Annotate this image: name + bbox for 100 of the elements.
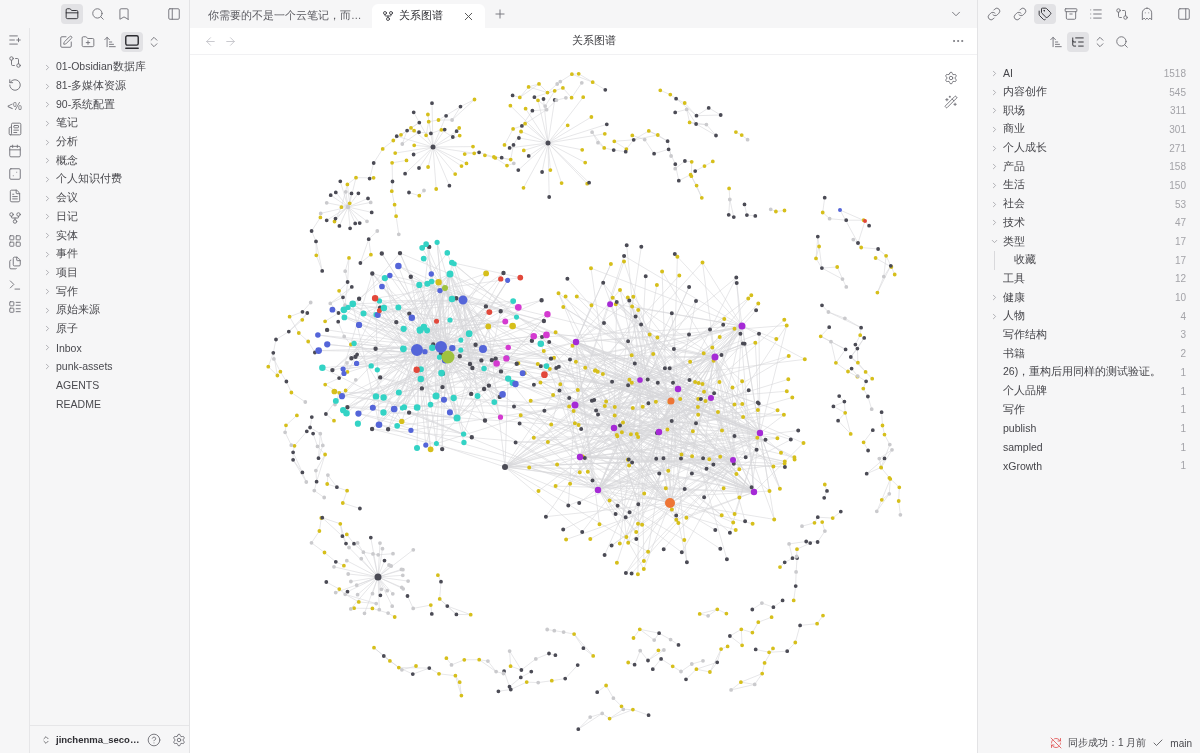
- tag-item[interactable]: 社会 53: [990, 194, 1186, 214]
- chevron-icon[interactable]: [43, 62, 52, 72]
- settings-icon[interactable]: [172, 732, 187, 747]
- tag-item[interactable]: 写作结构 3: [990, 325, 1186, 345]
- chevron-icon[interactable]: [990, 199, 999, 209]
- tag-item[interactable]: 产品 158: [990, 157, 1186, 177]
- chevron-icon[interactable]: [43, 287, 52, 297]
- folder-item[interactable]: 原始来源: [43, 300, 189, 320]
- tag-item[interactable]: 个人品牌 1: [990, 381, 1186, 401]
- file-item[interactable]: AGENTS: [43, 375, 189, 395]
- folder-item[interactable]: 笔记: [43, 114, 189, 133]
- template-button[interactable]: <%: [6, 99, 23, 114]
- folder-item[interactable]: 01-Obsidian数据库: [43, 58, 189, 77]
- chevron-icon[interactable]: [990, 106, 999, 116]
- document-icon[interactable]: [7, 188, 22, 203]
- chevron-icon[interactable]: [43, 231, 52, 241]
- tag-item[interactable]: 26)，重构后用同样的测试验证。 1: [990, 363, 1186, 382]
- folder-item[interactable]: 概念: [43, 151, 189, 171]
- tag-item[interactable]: 内容创作 545: [990, 82, 1186, 102]
- chevron-icon[interactable]: [990, 143, 999, 153]
- chevron-icon[interactable]: [990, 180, 999, 190]
- chevron-icon[interactable]: [43, 305, 52, 315]
- folder-item[interactable]: 90-系统配置: [43, 95, 189, 115]
- tab[interactable]: 你需要的不是一个云笔记，而…: [198, 4, 372, 28]
- bookmark-icon: [117, 7, 131, 21]
- chevron-icon[interactable]: [990, 87, 999, 97]
- checklist-icon[interactable]: [7, 300, 22, 315]
- tag-item[interactable]: 书籍 2: [990, 344, 1186, 363]
- folder-item[interactable]: 会议: [43, 188, 189, 208]
- chevron-icon[interactable]: [990, 293, 999, 303]
- graph-icon[interactable]: [7, 211, 22, 226]
- tag-item[interactable]: 写作 1: [990, 400, 1186, 420]
- chevron-icon[interactable]: [43, 174, 52, 184]
- edit-icon: [58, 35, 73, 49]
- grid-icon[interactable]: [7, 233, 22, 248]
- arrow-left-icon[interactable]: [203, 34, 217, 48]
- branch-name[interactable]: main: [1170, 737, 1192, 749]
- compare-icon[interactable]: [7, 55, 22, 70]
- folder-item[interactable]: 81-多媒体资源: [43, 76, 189, 96]
- help-icon[interactable]: [147, 732, 162, 747]
- sidebar-icon[interactable]: [1177, 7, 1191, 21]
- chevron-icon[interactable]: [43, 81, 52, 91]
- folder-item[interactable]: 分析: [43, 132, 189, 152]
- chevron-icon[interactable]: [43, 100, 52, 110]
- chevron-icon[interactable]: [43, 249, 52, 259]
- tag-item[interactable]: 生活 150: [990, 176, 1186, 195]
- tab[interactable]: 关系图谱: [371, 4, 485, 28]
- chevron-icon[interactable]: [43, 361, 52, 371]
- tree-toggle[interactable]: [1067, 32, 1089, 52]
- chevron-icon[interactable]: [990, 162, 999, 172]
- chevron-icon[interactable]: [990, 218, 999, 228]
- newspaper-icon[interactable]: [7, 122, 22, 137]
- folder-item[interactable]: 个人知识付费: [43, 170, 189, 189]
- chevron-icon[interactable]: [990, 68, 999, 78]
- plus-icon[interactable]: [492, 7, 507, 21]
- tag-item[interactable]: 类型 17: [990, 232, 1186, 251]
- calendar-icon[interactable]: [7, 144, 22, 159]
- tag-item[interactable]: 商业 301: [990, 120, 1186, 139]
- file-item[interactable]: README: [43, 394, 189, 414]
- dice-icon[interactable]: [7, 166, 22, 181]
- folder-item[interactable]: 事件: [43, 244, 189, 264]
- sidebar-icon[interactable]: [167, 7, 181, 21]
- folder-item[interactable]: 原子: [43, 319, 189, 339]
- vault-name[interactable]: jinchenma_seco…: [56, 734, 140, 745]
- chevron-icon[interactable]: [990, 311, 999, 321]
- chevron-icon[interactable]: [990, 124, 999, 134]
- tags-tab[interactable]: [1034, 4, 1056, 24]
- chevron-icon[interactable]: [43, 343, 52, 353]
- chevron-icon[interactable]: [43, 137, 52, 147]
- folder-item[interactable]: 实体: [43, 226, 189, 245]
- tag-item[interactable]: publish 1: [990, 419, 1186, 438]
- chevron-icon[interactable]: [43, 268, 52, 278]
- tag-item[interactable]: 技术 47: [990, 213, 1186, 233]
- tag-item[interactable]: sampled 1: [990, 437, 1186, 457]
- tag-item[interactable]: 工具 12: [990, 269, 1186, 289]
- chevron-icon[interactable]: [43, 118, 52, 128]
- chevron-icon[interactable]: [43, 156, 52, 166]
- chevron-icon[interactable]: [43, 193, 52, 203]
- tag-item[interactable]: 收藏 17: [1001, 250, 1186, 270]
- terminal-icon[interactable]: [7, 278, 22, 293]
- folder-item[interactable]: 项目: [43, 263, 189, 283]
- tag-item[interactable]: 职场 311: [990, 101, 1186, 121]
- folder-item[interactable]: Inbox: [43, 338, 189, 357]
- arrow-right-icon[interactable]: [223, 34, 237, 48]
- folder-item[interactable]: punk-assets: [43, 357, 189, 376]
- tag-item[interactable]: xGrowth 1: [990, 456, 1186, 476]
- sync-status[interactable]: 同步成功：1 月前: [1067, 736, 1147, 750]
- list-plus-icon[interactable]: [7, 33, 22, 48]
- tag-item[interactable]: 人物 4: [990, 306, 1186, 326]
- tag-item[interactable]: 个人成长 271: [990, 138, 1186, 158]
- copy-icon[interactable]: [7, 255, 22, 270]
- reveal-toggle[interactable]: [120, 32, 143, 52]
- tag-item[interactable]: AI 1518: [990, 64, 1186, 83]
- files-tab[interactable]: [61, 4, 83, 24]
- folder-item[interactable]: 日记: [43, 207, 189, 227]
- chevron-icon[interactable]: [43, 212, 52, 222]
- undo-icon[interactable]: [7, 77, 22, 92]
- chevron-icon[interactable]: [43, 324, 52, 334]
- tag-item[interactable]: 健康 10: [990, 288, 1186, 307]
- folder-item[interactable]: 写作: [43, 282, 189, 301]
